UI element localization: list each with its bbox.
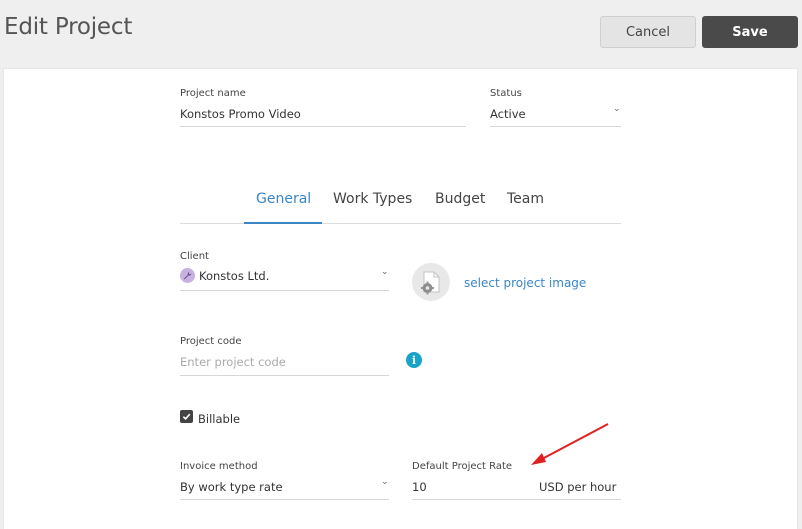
edit-project-card: Project name Konstos Promo Video Status … [4, 69, 797, 529]
page-title: Edit Project [4, 14, 133, 40]
save-button[interactable]: Save [702, 16, 798, 48]
annotation-arrow [531, 423, 609, 465]
cancel-button[interactable]: Cancel [600, 16, 696, 48]
